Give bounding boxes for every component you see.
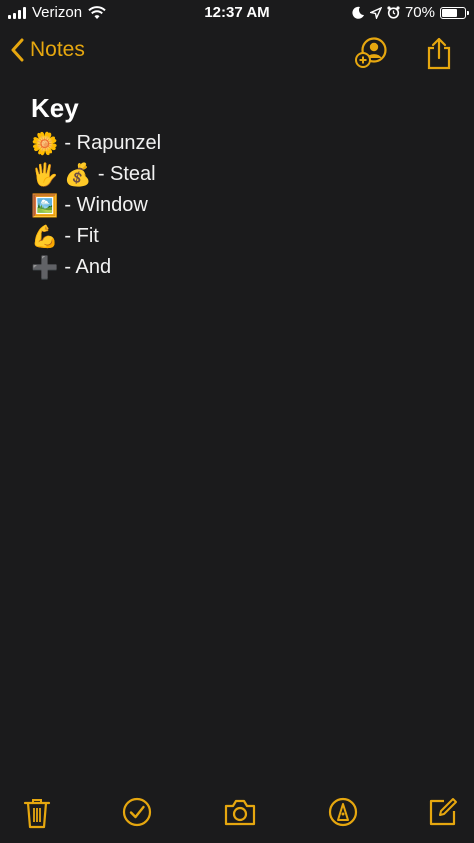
add-people-button[interactable] xyxy=(353,36,389,75)
share-button[interactable] xyxy=(424,36,454,75)
flexed-biceps-icon: 💪 xyxy=(31,223,59,249)
bottom-toolbar xyxy=(0,791,474,835)
checklist-button[interactable] xyxy=(122,797,152,832)
note-line-text: - Steal xyxy=(97,163,156,185)
camera-button[interactable] xyxy=(223,797,257,832)
markup-icon xyxy=(328,797,358,827)
battery-icon xyxy=(440,6,469,19)
framed-picture-icon: 🖼️ xyxy=(31,192,59,218)
note-line-window: 🖼️ - Window xyxy=(31,190,161,221)
note-line-fit: 💪 - Fit xyxy=(31,221,161,252)
note-line-text: - And xyxy=(64,256,112,278)
plus-icon: ➕ xyxy=(31,254,59,280)
compose-button[interactable] xyxy=(428,797,458,832)
chevron-left-icon xyxy=(11,38,24,62)
note-line-text: - Window xyxy=(64,194,148,216)
checklist-icon xyxy=(122,797,152,827)
share-icon xyxy=(427,37,451,70)
moon-icon xyxy=(352,6,364,19)
note-line-text: - Fit xyxy=(64,225,99,247)
compose-icon xyxy=(429,798,457,826)
note-line-rapunzel: 🌼 - Rapunzel xyxy=(31,128,161,159)
alarm-icon xyxy=(387,6,400,19)
markup-button[interactable] xyxy=(328,797,358,832)
money-bag-icon: 💰 xyxy=(64,161,92,187)
status-right: 70% xyxy=(352,4,469,21)
back-button[interactable]: Notes xyxy=(10,38,85,62)
add-person-icon xyxy=(355,37,387,68)
raised-hand-icon: 🖐 xyxy=(31,161,59,187)
location-arrow-icon xyxy=(369,6,382,19)
trash-icon xyxy=(23,799,51,829)
note-line-text: - Rapunzel xyxy=(64,132,162,154)
camera-icon xyxy=(224,799,256,826)
note-line-and: ➕ - And xyxy=(31,252,161,283)
back-label: Notes xyxy=(30,38,85,61)
battery-percent: 70% xyxy=(404,4,435,21)
note-title: Key xyxy=(31,93,79,123)
note-body[interactable]: Key 🌼 - Rapunzel 🖐 💰 - Steal 🖼️ - Window… xyxy=(31,92,161,283)
nav-bar: Notes xyxy=(0,34,474,74)
delete-button[interactable] xyxy=(23,797,51,834)
status-bar: Verizon 12:37 AM 70% xyxy=(0,0,474,26)
note-line-steal: 🖐 💰 - Steal xyxy=(31,159,161,190)
flower-icon: 🌼 xyxy=(31,130,59,156)
